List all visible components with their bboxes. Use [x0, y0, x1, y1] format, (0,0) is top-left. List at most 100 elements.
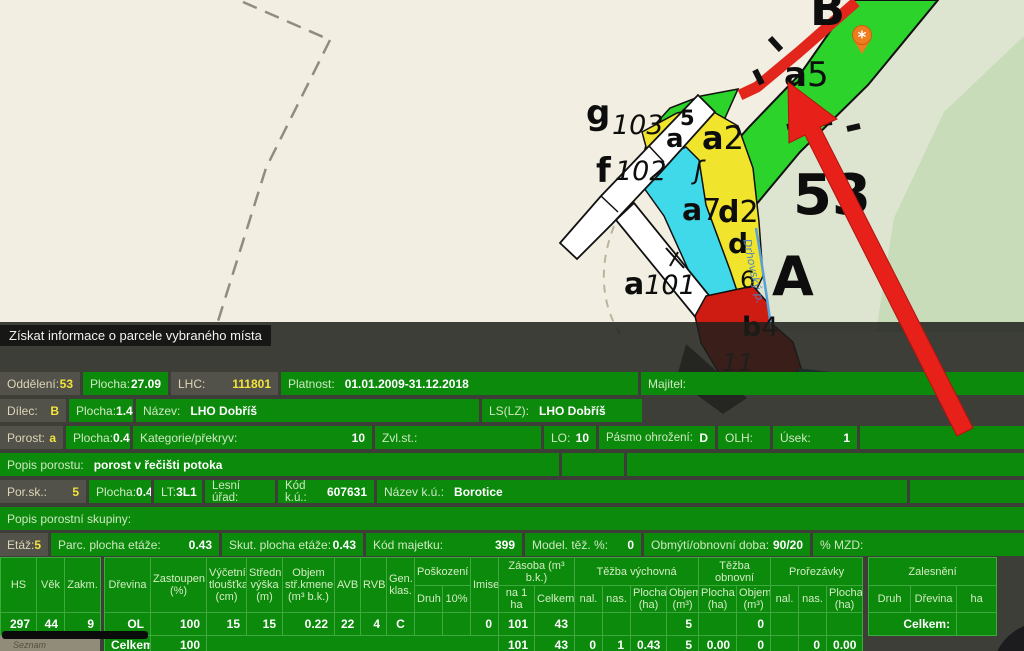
field-platnost: Platnost:01.01.2009-31.12.2018	[281, 372, 638, 395]
empty-cell	[860, 426, 1024, 449]
col-header-imise: Imise	[471, 558, 499, 613]
col-header-na1ha: na 1 ha	[499, 586, 535, 613]
col-header-pr-nas: nas.	[799, 586, 827, 613]
stand-label-a101: a101	[624, 270, 696, 300]
parcel-label-f: f	[596, 154, 611, 188]
col-header-hs: HS	[1, 558, 37, 613]
field-olh: OLH:	[718, 426, 770, 449]
table-cell	[799, 613, 827, 636]
field-pasmo: Pásmo ohrožení:D	[599, 426, 715, 449]
field-model-tez: Model. těž. %:0	[525, 533, 641, 556]
field-lhc: LHC:111801	[171, 372, 278, 395]
table-cell: 101	[499, 636, 535, 651]
col-header-posk-10: 10%	[443, 586, 471, 613]
col-header-tv-objem: Objem (m³)	[667, 586, 699, 613]
svg-text:*: *	[858, 28, 867, 48]
field-nazev-ku: Název k.ú.:Borotice	[377, 480, 907, 503]
table-cell: 1	[603, 636, 631, 651]
table-cell: 5	[667, 613, 699, 636]
col-header-celkem: Celkem	[535, 586, 575, 613]
field-plocha-oddeleni: Plocha:27.09	[83, 372, 168, 395]
field-oddeleni: Oddělení:53	[0, 372, 80, 395]
empty-cell	[562, 453, 624, 476]
table-cell: 0	[575, 636, 603, 651]
table-cell: 0	[471, 613, 499, 636]
table-cell: 0.00	[827, 636, 863, 651]
col-header-tv-nas: nas.	[603, 586, 631, 613]
table-cell: 5	[667, 636, 699, 651]
field-popis-skupiny: Popis porostní skupiny:	[0, 507, 1024, 530]
col-header-zastoupeni: Zastoupení (%)	[151, 558, 207, 613]
col-header-pr-nal: nal.	[771, 586, 799, 613]
table-cell: 0	[799, 636, 827, 651]
district-label-A: A	[772, 250, 814, 304]
table-cell	[699, 613, 737, 636]
field-etaz: Etáž:5	[0, 533, 48, 556]
field-skut-plocha: Skut. plocha etáže:0.43	[222, 533, 363, 556]
stand-label-d2: d2	[718, 198, 759, 228]
group-header-tezba-obnovni: Těžba obnovní	[699, 558, 771, 586]
parcel-label-103: 103	[612, 112, 664, 139]
parcel-label-102: 102	[615, 158, 667, 185]
group-header-zasoba: Zásoba (m³ b.k.)	[499, 558, 575, 586]
table-cell: 15	[247, 613, 283, 636]
group-header-poskozeni: Poškození	[415, 558, 471, 586]
table-cell	[631, 613, 667, 636]
field-obmyti: Obmýtí/obnovní doba:90/20	[644, 533, 810, 556]
table-cell	[443, 613, 471, 636]
table-cell: 0.43	[631, 636, 667, 651]
table-cell: 0	[737, 636, 771, 651]
col-header-gen: Gen. klas.	[387, 558, 415, 613]
field-porsk: Por.sk.:5	[0, 480, 86, 503]
parcel-label-g: g	[586, 96, 610, 130]
stand-label-a2: a2	[702, 122, 744, 154]
field-porost: Porost:a	[0, 426, 63, 449]
field-parc-plocha: Parc. plocha etáže:0.43	[51, 533, 219, 556]
col-header-zakm: Zakm.	[65, 558, 101, 613]
app-window: * g 103 f 102 5 a a2 ʃ d2 a7 d 6 a101 a5…	[0, 0, 1024, 651]
col-header-zal-drevina: Dřevina	[911, 586, 957, 613]
underlying-scrollbar	[2, 631, 148, 639]
field-plocha-porost: Plocha:0.43	[66, 426, 130, 449]
table-cell: 22	[335, 613, 361, 636]
field-zvlst: Zvl.st.:	[375, 426, 541, 449]
table-cell: 101	[499, 613, 535, 636]
void-cell	[869, 636, 997, 651]
field-plocha-porsk: Plocha:0.43	[89, 480, 151, 503]
table-cell: 100	[151, 613, 207, 636]
table-cell	[575, 613, 603, 636]
district-label-53: 53	[793, 168, 871, 224]
stand-detail-table: HS Věk Zakm. Dřevina Zastoupení (%) Výče…	[0, 557, 997, 651]
table-cell: C	[387, 613, 415, 636]
stand-label-a5: a5	[784, 58, 829, 92]
field-kod-majetku: Kód majetku:399	[366, 533, 522, 556]
col-header-to-objem: Objem (m³)	[737, 586, 771, 613]
field-dilec: Dílec:B	[0, 399, 66, 422]
table-cell: 43	[535, 613, 575, 636]
col-header-objem: Objem stř.kmene (m³ b.k.)	[283, 558, 335, 613]
field-majitel: Majitel:	[641, 372, 1024, 395]
zalesneni-celkem-label: Celkem:	[869, 613, 957, 636]
stand-label-a-small: a	[666, 126, 684, 152]
col-header-stredni: Střední výška (m)	[247, 558, 283, 613]
table-cell	[771, 613, 799, 636]
table-cell: 43	[535, 636, 575, 651]
section-mark: ʃ	[694, 158, 703, 184]
field-lt: LT:3L1	[154, 480, 202, 503]
table-cell	[207, 636, 499, 651]
col-header-avb: AVB	[335, 558, 361, 613]
col-header-zal-druh: Druh	[869, 586, 911, 613]
table-cell: 0.22	[283, 613, 335, 636]
field-lesni-urad: Lesní úřad:	[205, 480, 275, 503]
field-popis-porostu: Popis porostu:porost v řečišti potoka	[0, 453, 559, 476]
table-cell	[771, 636, 799, 651]
table-cell: 15	[207, 613, 247, 636]
table-cell: 0	[737, 613, 771, 636]
table-cell	[603, 613, 631, 636]
col-header-zal-ha: ha	[957, 586, 997, 613]
table-cell: 100	[151, 636, 207, 651]
table-cell	[957, 613, 997, 636]
table-cell	[827, 613, 863, 636]
field-mzd: % MZD:	[813, 533, 1024, 556]
field-usek: Úsek:1	[773, 426, 857, 449]
